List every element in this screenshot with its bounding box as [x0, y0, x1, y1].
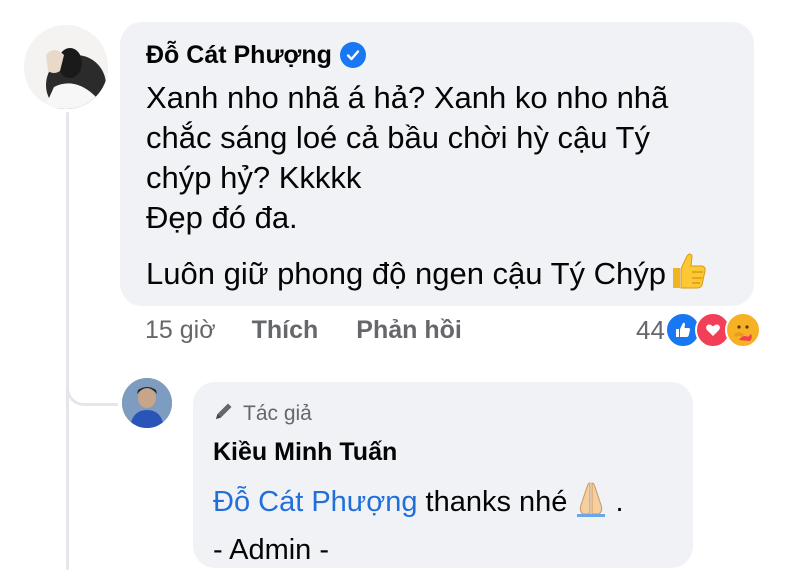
- comment-author-name[interactable]: Đỗ Cát Phượng: [146, 40, 332, 70]
- reply-line-text: thanks nhé: [425, 486, 568, 518]
- comment-line: chắc sáng loé cả bầu chời hỳ cậu Tý: [146, 120, 650, 155]
- reply-author-name[interactable]: Kiều Minh Tuấn: [213, 438, 673, 467]
- comment-timestamp[interactable]: 15 giờ: [145, 316, 216, 345]
- thread-line: [66, 112, 69, 570]
- comment-line: Đẹp đó đa.: [146, 200, 298, 235]
- comment-actions: 15 giờ Thích Phản hồi: [145, 316, 500, 345]
- folded-hands-emoji-icon: [571, 481, 611, 529]
- comment-line-text: Luôn giữ phong độ ngen cậu Tý Chýp: [146, 256, 667, 291]
- verified-badge-icon: [339, 42, 366, 68]
- commenter-avatar[interactable]: [24, 25, 108, 109]
- reactions-summary[interactable]: 44: [636, 312, 761, 348]
- reply-author-avatar[interactable]: [122, 378, 172, 428]
- reply-button[interactable]: Phản hồi: [356, 316, 462, 345]
- comment-text: Xanh nho nhã á hả? Xanh ko nho nhã chắc …: [146, 78, 728, 300]
- care-reaction-icon: [724, 312, 761, 348]
- reply-text: Đỗ Cát Phượng thanks nhé. - Admin -: [213, 481, 673, 571]
- reply-line-end: .: [615, 486, 624, 518]
- comment-bubble: Đỗ Cát Phượng Xanh nho nhã á hả? Xanh ko…: [120, 22, 754, 306]
- comment-line: chýp hỷ? Kkkkk: [146, 160, 362, 195]
- author-badge-label: Tác giả: [243, 402, 312, 425]
- pencil-icon: [213, 400, 235, 428]
- reply-line: Đỗ Cát Phượng thanks nhé.: [213, 481, 673, 529]
- comment-line: Luôn giữ phong độ ngen cậu Tý Chýp: [146, 252, 728, 300]
- comment-line: Xanh nho nhã á hả? Xanh ko nho nhã: [146, 80, 669, 115]
- reply-signature: - Admin -: [213, 534, 330, 566]
- mention-link[interactable]: Đỗ Cát Phượng: [213, 486, 417, 518]
- like-button[interactable]: Thích: [252, 316, 319, 345]
- author-badge: Tác giả: [213, 400, 673, 428]
- reply-bubble: Tác giả Kiều Minh Tuấn Đỗ Cát Phượng tha…: [193, 382, 693, 568]
- reaction-count: 44: [636, 314, 665, 345]
- thumbs-up-emoji-icon: [667, 252, 707, 300]
- thread-connector: [66, 360, 118, 406]
